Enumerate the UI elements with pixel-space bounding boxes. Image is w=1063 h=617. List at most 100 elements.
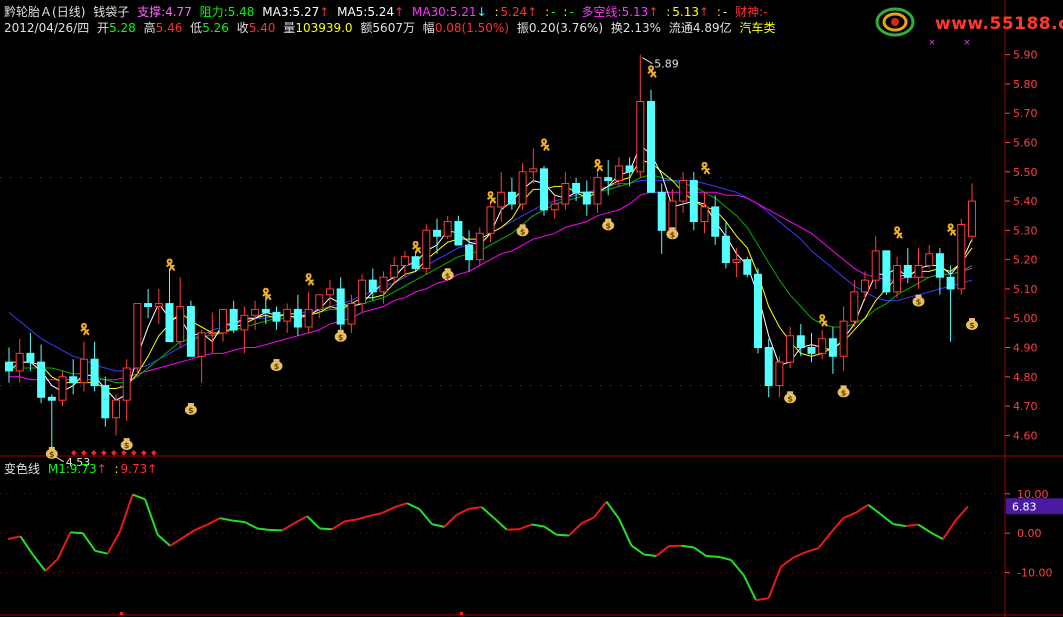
up-arrow-icon: ↑ <box>319 5 330 19</box>
color-line-segment <box>394 502 408 509</box>
ma30-label: MA30: <box>411 5 450 19</box>
candle-body <box>358 279 367 305</box>
annotation-label: 5.89 <box>654 58 679 71</box>
close-label: 收 <box>236 21 249 35</box>
ma30-value: 5.21 <box>449 5 477 19</box>
candle-body <box>37 361 46 398</box>
color-line-segment <box>568 522 583 537</box>
separator: : <box>545 5 550 19</box>
sub-title[interactable]: 变色线 <box>4 462 40 476</box>
candle-body <box>540 168 548 211</box>
svg-text:$: $ <box>969 321 975 330</box>
color-line-segment <box>232 519 246 524</box>
up-arrow-icon: ↑ <box>96 462 107 476</box>
color-line-segment <box>381 506 395 514</box>
diamond-icon <box>110 450 117 456</box>
industry-label[interactable]: 汽车类 <box>739 21 775 35</box>
annotation-leader <box>642 57 653 65</box>
color-line-segment <box>70 531 83 535</box>
color-line-segment <box>556 533 570 537</box>
color-line-segment <box>605 501 620 520</box>
candle-body <box>593 177 602 205</box>
color-line-segment <box>7 535 21 541</box>
sub-tick-label: -10.00 <box>1017 567 1052 580</box>
amplitude-value: 0.20(3.76%) <box>528 21 604 35</box>
candle-body <box>197 332 206 357</box>
diamond-icon <box>80 450 87 456</box>
buy-signal-icon <box>818 314 829 327</box>
candle-body <box>186 306 195 357</box>
money-bag-icon: $ <box>270 359 283 372</box>
candlesticks[interactable] <box>5 54 976 456</box>
svg-text:$: $ <box>338 333 344 342</box>
color-line-segment <box>693 546 707 557</box>
candle-body <box>133 303 142 369</box>
caishen-value: - <box>763 5 768 19</box>
color-line-segment <box>917 523 932 534</box>
candle-body <box>475 232 484 261</box>
candle-body <box>454 221 463 246</box>
diamond-icon <box>90 450 97 456</box>
candle-body <box>775 361 784 387</box>
dkx-label: 多空线: <box>581 5 622 19</box>
color-line-segment <box>244 521 258 530</box>
candle-body <box>272 311 281 322</box>
color-line-segment <box>830 517 845 534</box>
money-bag-icon: $ <box>516 224 529 237</box>
color-line-segment <box>681 544 694 549</box>
candle-body <box>368 279 377 293</box>
color-line-segment <box>867 504 882 516</box>
candle-body <box>144 303 153 308</box>
candle-body <box>861 279 869 293</box>
svg-text:$: $ <box>520 227 526 236</box>
time-tick <box>460 612 463 615</box>
amplitude-label: 振 <box>516 21 529 35</box>
change-label: 幅 <box>422 21 435 35</box>
color-line-segment <box>905 523 919 528</box>
buy-signal-icon <box>946 223 957 236</box>
color-line-segment <box>356 514 370 521</box>
candle-body <box>465 244 474 261</box>
diamond-icon <box>130 450 137 456</box>
color-line-segment <box>331 520 346 531</box>
candle-body <box>101 385 110 419</box>
current-value-text: 6.83 <box>1012 500 1037 513</box>
color-line-segment <box>942 520 957 540</box>
color-line-segment <box>780 556 795 568</box>
candle-body <box>668 200 677 231</box>
candle-body <box>604 177 613 182</box>
up-arrow-icon: ↑ <box>527 5 538 19</box>
dkx-value: 5.13 <box>621 5 649 19</box>
dash-value-1: - <box>551 5 556 19</box>
high-label: 高 <box>143 21 156 35</box>
candle-body <box>732 259 741 264</box>
mid-value: 5.24 <box>500 5 528 19</box>
candle-body <box>636 101 645 173</box>
ma3-label: MA3: <box>262 5 293 19</box>
separator: : <box>114 462 119 476</box>
color-line-segment <box>32 554 47 572</box>
color-line-segment <box>655 545 670 557</box>
candle-body <box>283 308 292 322</box>
amount-value: 5607万 <box>372 21 415 35</box>
float-label: 流通 <box>668 21 693 35</box>
open-value: 5.28 <box>109 21 136 35</box>
money-bag-icon: $ <box>184 403 197 415</box>
candle-body <box>400 256 409 267</box>
price-tick-label: 5.20 <box>1013 254 1038 267</box>
candle-body <box>486 206 495 234</box>
watermark-text: www.55188.com <box>935 14 1063 34</box>
color-line-segment <box>431 523 445 528</box>
stock-chart[interactable]: 5.90 5.80 5.70 5.60 5.50 5.40 5.30 5.20 5.10 5.00… <box>0 0 1063 617</box>
color-line-segment <box>742 574 757 601</box>
color-line-segment <box>793 551 807 559</box>
indicator-name[interactable]: 钱袋子 <box>93 5 129 19</box>
buy-signal-icon <box>700 161 711 175</box>
candle-body <box>796 335 805 348</box>
color-line-segment <box>257 527 270 532</box>
candle-body <box>251 308 260 316</box>
candle-body <box>925 253 934 267</box>
price-tick-label: 5.50 <box>1013 166 1038 179</box>
low-label: 低 <box>190 21 203 35</box>
m1-label: M1: <box>47 462 70 476</box>
